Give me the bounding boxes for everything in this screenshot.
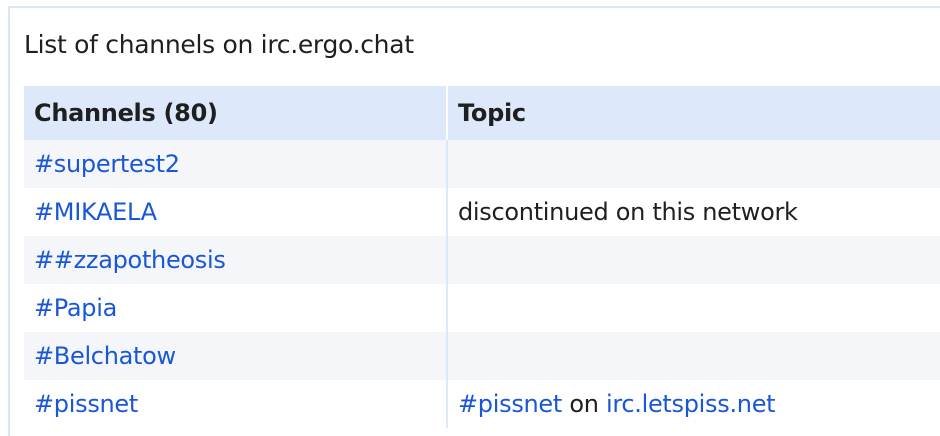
topic-link[interactable]: #pissnet [458,390,562,418]
column-header-channels[interactable]: Channels (80) [24,86,447,140]
topic-text: discontinued on this network [458,198,798,226]
topic-cell: #pissnet on irc.letspiss.net [446,380,940,428]
table-row: #supertest2 [24,140,940,188]
topic-text: on [562,390,606,418]
topic-cell: discontinued on this network [446,188,940,236]
table-row: #pissnet #pissnet on irc.letspiss.net [24,380,940,428]
topic-cell [446,332,940,380]
channel-cell: #MIKAELA [24,188,447,236]
channel-table-body: #supertest2 #MIKAELA discontinued on thi… [24,140,940,428]
channel-link[interactable]: #supertest2 [34,150,180,178]
channel-cell: #Papia [24,284,447,332]
topic-cell [446,284,940,332]
table-row: #Belchatow [24,332,940,380]
channel-link[interactable]: #MIKAELA [34,198,157,226]
channel-list-panel: List of channels on irc.ergo.chat Channe… [8,6,940,436]
channel-link[interactable]: ##zzapotheosis [34,246,226,274]
table-row: #Papia [24,284,940,332]
channel-link[interactable]: #pissnet [34,390,138,418]
channel-link[interactable]: #Belchatow [34,342,176,370]
channel-link[interactable]: #Papia [34,294,117,322]
table-row: #MIKAELA discontinued on this network [24,188,940,236]
table-header-row: Channels (80) Topic [24,86,940,140]
channel-cell: #pissnet [24,380,447,428]
channel-cell: #supertest2 [24,140,447,188]
table-row: ##zzapotheosis [24,236,940,284]
topic-cell [446,140,940,188]
topic-cell [446,236,940,284]
page-title: List of channels on irc.ergo.chat [24,30,414,59]
channel-cell: #Belchatow [24,332,447,380]
channel-table: Channels (80) Topic #supertest2 #MIKAELA… [24,86,940,428]
channel-cell: ##zzapotheosis [24,236,447,284]
column-header-topic[interactable]: Topic [446,86,940,140]
topic-link[interactable]: irc.letspiss.net [606,390,776,418]
